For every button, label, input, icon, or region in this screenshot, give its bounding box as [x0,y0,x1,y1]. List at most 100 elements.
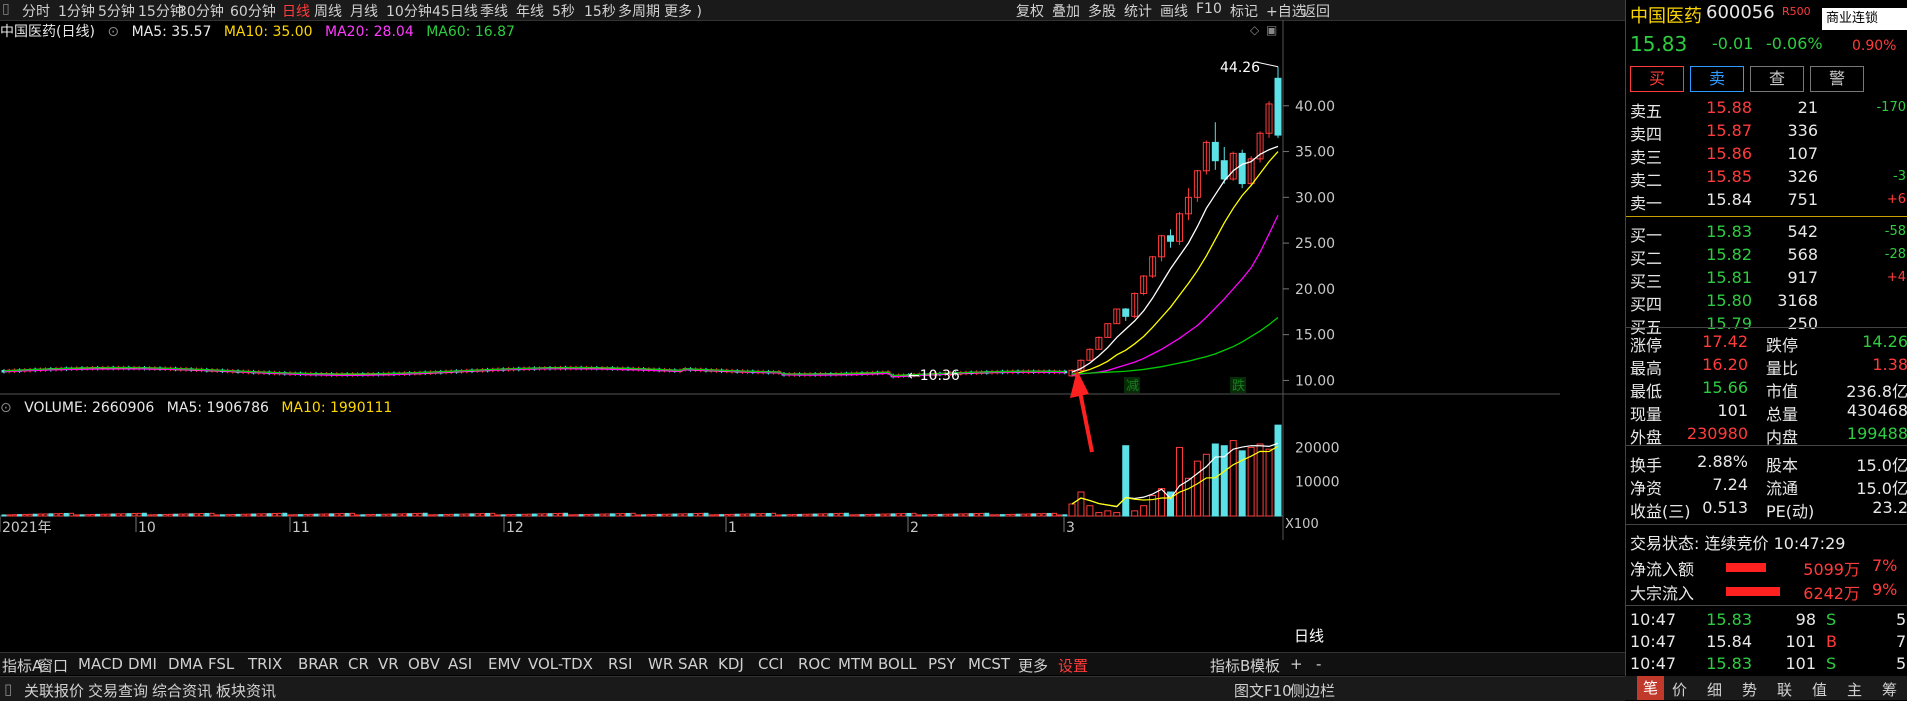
volume-bar[interactable] [1131,510,1139,517]
toolbar-item-3[interactable]: 统计 [1124,1,1152,21]
volume-bar[interactable] [1140,505,1148,517]
period-tab-15[interactable]: 多周期 [618,1,660,21]
indicator-tab-21[interactable]: PSY [928,655,956,673]
indicator-tab-19[interactable]: MTM [838,655,873,673]
indicator-tab-5[interactable]: TRIX [248,655,282,673]
toolbar-item-6[interactable]: 标记 [1230,1,1258,21]
period-tab-4[interactable]: 30分钟 [178,1,224,21]
period-tab-16[interactable]: 更多 ) [664,1,702,21]
volume-bar[interactable] [1274,424,1282,517]
indicator-right-1[interactable]: 模板 [1250,655,1280,676]
volume-bar[interactable] [1149,494,1157,517]
toolbar-item-5[interactable]: F10 [1196,1,1222,17]
bids-row[interactable]: 买三 15.81 917 +4 [1626,268,1907,291]
action-button-1[interactable]: 卖 [1690,66,1744,92]
toolbar-item-4[interactable]: 画线 [1160,1,1188,21]
indicator-tab-7[interactable]: CR [348,655,369,673]
volume-bar[interactable] [1184,477,1192,517]
toolbar-item-0[interactable]: 复权 [1016,1,1044,21]
period-tab-7[interactable]: 周线 [314,1,342,21]
toolbar-item-2[interactable]: 多股 [1088,1,1116,21]
volume-bar[interactable] [1122,445,1130,517]
candlestick-chart[interactable]: 40.00 35.00 30.00 25.00 20.00 15.00 10.00 20000… [0,20,1560,700]
candle[interactable] [1220,160,1228,180]
period-tab-10[interactable]: 45日线 [432,1,478,21]
volume-bar[interactable] [1158,488,1166,517]
bids-row[interactable]: 买一 15.83 542 -58 [1626,222,1907,245]
volume-bar[interactable] [1068,503,1076,517]
indicator-tab-24[interactable]: 设置 [1058,655,1088,676]
toolbar-item-8[interactable]: 返回 [1302,1,1330,21]
indicator-tab-17[interactable]: CCI [758,655,783,673]
period-tab-11[interactable]: 季线 [480,1,508,21]
side-tab-1[interactable]: 价 [1672,679,1687,700]
volume-bar[interactable] [1265,448,1273,517]
status-tab-0[interactable]: 关联报价 [24,680,84,701]
volume-bar[interactable] [1193,460,1201,517]
asks-row[interactable]: 卖三 15.86 107 [1626,144,1907,167]
side-tab-0[interactable]: 笔 [1637,676,1665,700]
action-button-3[interactable]: 警 [1810,66,1864,92]
period-tab-8[interactable]: 月线 [350,1,378,21]
indicator-tab-0[interactable]: 窗口 [38,655,68,676]
sector-tag[interactable]: 商业连锁 [1822,8,1907,30]
candle[interactable] [1167,235,1175,242]
asks-row[interactable]: 卖一 15.84 751 +6 [1626,190,1907,213]
volume-bar[interactable] [1211,443,1219,517]
indicator-tab-6[interactable]: BRAR [298,655,339,673]
menu-icon[interactable]: ▯ [2,1,10,17]
indicator-tab-22[interactable]: MCST [968,655,1010,673]
indicator-tab-2[interactable]: DMI [128,655,157,673]
volume-bar[interactable] [1086,505,1094,517]
indicator-tab-23[interactable]: 更多 [1018,655,1048,676]
volume-bar[interactable] [1113,512,1121,517]
indicator-tab-8[interactable]: VR [378,655,399,673]
status-right-0[interactable]: 图文F10 [1234,680,1292,701]
period-tab-12[interactable]: 年线 [516,1,544,21]
volume-bar[interactable] [1175,446,1183,517]
side-tab-5[interactable]: 值 [1812,679,1827,700]
volume-bar[interactable] [1256,443,1264,517]
indicator-tab-11[interactable]: EMV [488,655,521,673]
indicator-tab-10[interactable]: ASI [448,655,472,673]
volume-settings-icon[interactable]: ⊙ [0,400,12,416]
status-right-1[interactable]: 侧边栏 [1290,680,1335,701]
status-tab-3[interactable]: 板块资讯 [216,680,276,701]
side-tab-4[interactable]: 联 [1777,679,1792,700]
indicator-tab-13[interactable]: RSI [608,655,632,673]
volume-bar[interactable] [1229,440,1237,517]
toolbar-item-1[interactable]: 叠加 [1052,1,1080,21]
period-tab-2[interactable]: 5分钟 [98,1,135,21]
period-tab-1[interactable]: 1分钟 [58,1,95,21]
period-tab-13[interactable]: 5秒 [552,1,575,21]
candle[interactable] [1211,141,1219,162]
volume-bar[interactable] [1104,510,1112,517]
asks-row[interactable]: 卖四 15.87 336 [1626,121,1907,144]
status-tab-1[interactable]: 交易查询 [88,680,148,701]
indicator-tab-14[interactable]: WR [648,655,673,673]
bids-row[interactable]: 买四 15.80 3168 [1626,291,1907,314]
period-tab-6[interactable]: 日线 [282,1,310,21]
candle[interactable] [1238,152,1246,185]
indicator-tab-18[interactable]: ROC [798,655,831,673]
side-tab-7[interactable]: 筹 [1882,679,1897,700]
indicator-tab-20[interactable]: BOLL [878,655,917,673]
action-button-0[interactable]: 买 [1630,66,1684,92]
diamond-icon[interactable]: ◇ [1250,23,1260,37]
status-menu-icon[interactable]: ▯ [4,680,12,698]
volume-bar[interactable] [1077,491,1085,517]
side-tab-3[interactable]: 势 [1742,679,1757,700]
status-tab-2[interactable]: 综合资讯 [152,680,212,701]
indicator-right-2[interactable]: + [1290,655,1303,673]
asks-row[interactable]: 卖二 15.85 326 -3 [1626,167,1907,190]
period-tab-9[interactable]: 10分钟 [386,1,432,21]
indicator-tab-1[interactable]: MACD [78,655,123,673]
toolbar-item-7[interactable]: +自选 [1266,1,1306,21]
period-tab-3[interactable]: 15分钟 [138,1,184,21]
period-tab-14[interactable]: 15秒 [584,1,616,21]
indicator-tab-9[interactable]: OBV [408,655,440,673]
action-button-2[interactable]: 查 [1750,66,1804,92]
indicator-a-label[interactable]: 指标A [2,655,42,676]
window-icon[interactable]: ▣ [1266,23,1277,37]
indicator-tab-15[interactable]: SAR [678,655,708,673]
